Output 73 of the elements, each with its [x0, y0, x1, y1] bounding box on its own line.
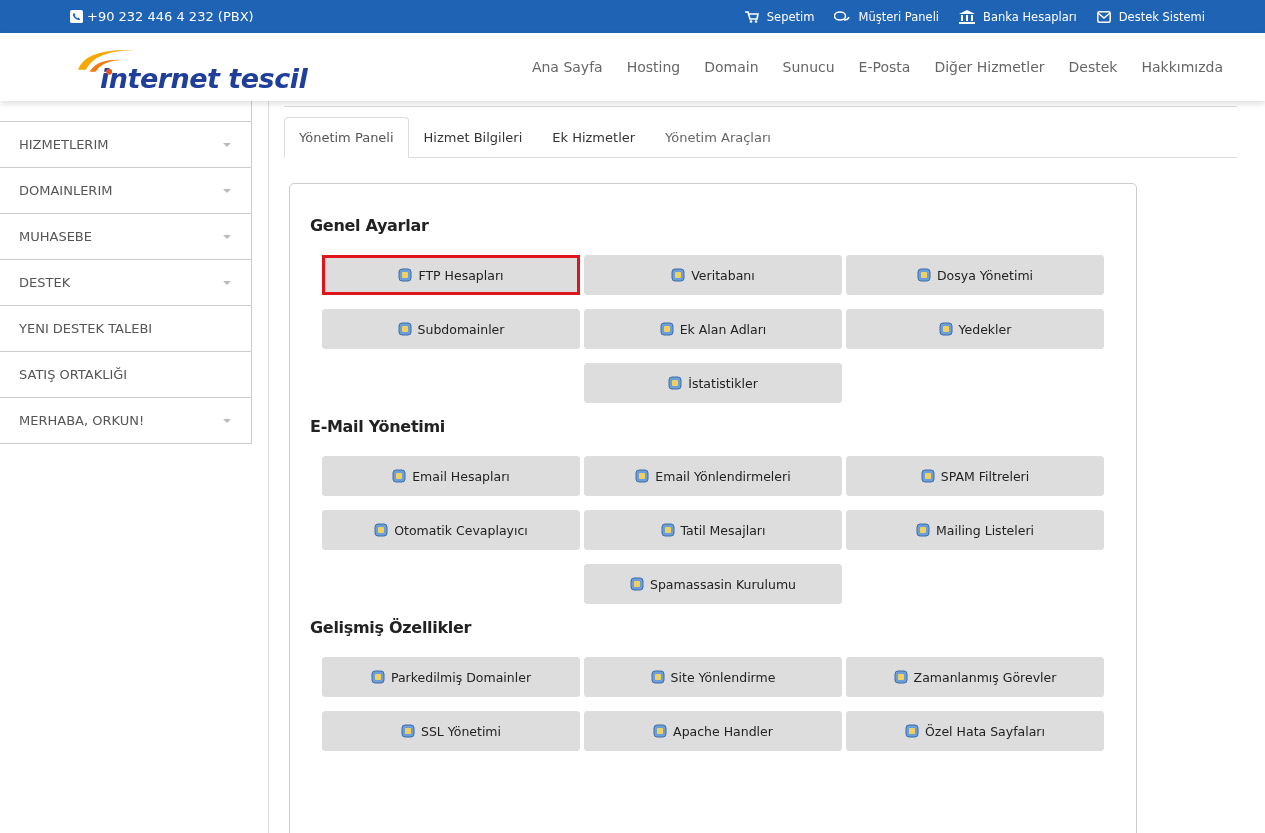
tool-icon — [905, 724, 920, 738]
tool-button[interactable]: SPAM Filtreleri — [846, 456, 1104, 496]
sidebar-item[interactable]: YENI DESTEK TALEBI — [0, 306, 251, 352]
tool-button[interactable]: Spamassasin Kurulumu — [584, 564, 842, 604]
tool-icon — [392, 469, 407, 483]
tool-icon — [660, 523, 675, 537]
phone-number: +90 232 446 4 232 (PBX) — [87, 9, 254, 24]
tool-icon — [653, 724, 668, 738]
chat-icon — [834, 10, 851, 23]
tool-button[interactable]: Veritabanı — [584, 255, 842, 295]
tool-icon — [659, 322, 674, 336]
tool-button[interactable]: Site Yönlendirme — [584, 657, 842, 697]
tool-icon — [938, 322, 953, 336]
tool-button[interactable]: Mailing Listeleri — [846, 510, 1104, 550]
tool-icon — [630, 577, 644, 591]
tool-icon — [916, 523, 930, 537]
bank-icon — [959, 9, 976, 24]
top-link[interactable]: Banka Hesapları — [959, 9, 1077, 24]
envelope-icon — [1096, 10, 1111, 23]
section-title: Gelişmiş Özellikler — [310, 618, 473, 637]
nav-link[interactable]: Diğer Hizmetler — [922, 59, 1057, 75]
nav-link[interactable]: Hosting — [614, 59, 693, 75]
tool-button[interactable]: Yedekler — [846, 309, 1104, 349]
tool-button[interactable]: Tatil Mesajları — [584, 510, 842, 550]
tool-button[interactable]: Ek Alan Adları — [584, 309, 842, 349]
tool-button[interactable]: Apache Handler — [584, 711, 842, 751]
nav-link[interactable]: Hakkımızda — [1129, 59, 1235, 75]
logo[interactable]: internet tescil — [76, 42, 308, 92]
nav-link[interactable]: E-Posta — [846, 59, 923, 75]
section-title: E-Mail Yönetimi — [310, 417, 446, 436]
phone-icon — [70, 10, 83, 23]
nav-link[interactable]: Destek — [1056, 59, 1130, 75]
tool-button[interactable]: Parkedilmiş Domainler — [322, 657, 580, 697]
sidebar-item[interactable]: MERHABA, ORKUN! — [0, 398, 251, 444]
tool-icon — [370, 670, 385, 684]
tool-button[interactable]: Subdomainler — [322, 309, 580, 349]
tool-button[interactable]: Özel Hata Sayfaları — [846, 711, 1104, 751]
nav-link[interactable]: Domain — [692, 59, 771, 75]
tool-icon — [635, 469, 650, 483]
tool-button[interactable]: İstatistikler — [584, 363, 842, 403]
nav-link[interactable]: Ana Sayfa — [519, 59, 615, 75]
top-link[interactable]: Müşteri Paneli — [834, 9, 940, 24]
tool-icon — [374, 523, 389, 537]
nav-link[interactable]: Sunucu — [770, 59, 847, 75]
tool-icon — [671, 268, 686, 282]
tool-icon — [916, 268, 931, 282]
tool-icon — [668, 376, 683, 390]
tab[interactable]: Yönetim Araçları — [650, 117, 786, 158]
sidebar-item[interactable]: DESTEK — [0, 260, 251, 306]
tool-button[interactable]: SSL Yönetimi — [322, 711, 580, 751]
tool-button[interactable]: Email Hesapları — [322, 456, 580, 496]
tool-icon — [398, 268, 413, 282]
tool-button[interactable]: Dosya Yönetimi — [846, 255, 1104, 295]
tool-button[interactable]: Zamanlanmış Görevler — [846, 657, 1104, 697]
cart-icon — [744, 10, 759, 23]
tool-icon — [397, 322, 412, 336]
sidebar-item[interactable]: DOMAINLERIM — [0, 168, 251, 214]
sidebar-item[interactable]: MUHASEBE — [0, 214, 251, 260]
tool-button[interactable]: Otomatik Cevaplayıcı — [322, 510, 580, 550]
tool-button[interactable]: FTP Hesapları — [322, 255, 580, 295]
tab[interactable]: Ek Hizmetler — [537, 117, 651, 158]
top-link[interactable]: Destek Sistemi — [1096, 9, 1205, 24]
tab[interactable]: Yönetim Paneli — [284, 117, 409, 158]
sidebar-item[interactable]: SATIŞ ORTAKLIĞI — [0, 352, 251, 398]
tool-icon — [650, 670, 665, 684]
section-title: Genel Ayarlar — [310, 216, 430, 235]
tool-button[interactable]: Email Yönlendirmeleri — [584, 456, 842, 496]
tool-icon — [920, 469, 935, 483]
tool-icon — [893, 670, 908, 684]
top-link[interactable]: Sepetim — [744, 9, 815, 24]
sidebar-item[interactable]: HIZMETLERIM — [0, 122, 251, 168]
tool-icon — [400, 724, 415, 738]
tab[interactable]: Hizmet Bilgileri — [408, 117, 538, 158]
